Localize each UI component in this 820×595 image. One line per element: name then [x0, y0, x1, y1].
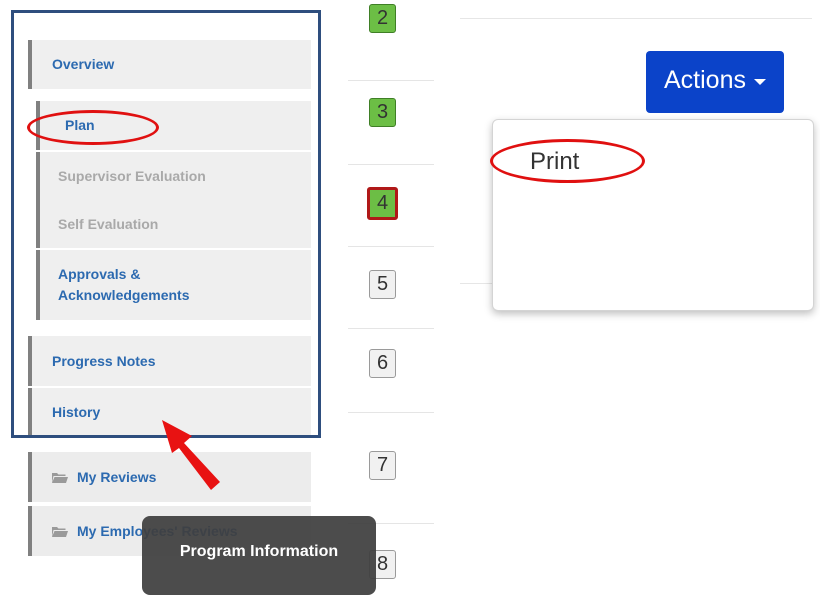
actions-dropdown-menu: Print — [492, 119, 814, 311]
divider — [348, 412, 434, 413]
sidebar-item-plan[interactable]: Plan — [36, 101, 311, 150]
step-number: 7 — [376, 454, 389, 476]
sidebar-item-supervisor-evaluation: Supervisor Evaluation — [36, 152, 311, 200]
sidebar-item-approvals[interactable]: Approvals & Acknowledgements — [36, 250, 311, 320]
step-badge[interactable]: 2 — [369, 4, 396, 33]
step-number: 8 — [376, 553, 389, 575]
step-number: 5 — [376, 273, 389, 295]
step-badge-current[interactable]: 4 — [367, 187, 398, 220]
step-number-column: 2 3 4 5 6 7 8 — [340, 0, 460, 595]
step-badge[interactable]: 6 — [369, 349, 396, 378]
tooltip-text: Program Information — [179, 542, 339, 560]
sidebar-item-label: Overview — [52, 56, 115, 72]
divider — [348, 164, 434, 165]
step-number: 2 — [376, 7, 389, 29]
sidebar-item-label: Supervisor Evaluation — [58, 167, 206, 184]
actions-button-label: Actions — [664, 65, 746, 94]
step-number: 4 — [376, 192, 389, 214]
sidebar-item-label: History — [52, 403, 101, 420]
actions-panel: Actions Print — [460, 0, 820, 595]
divider — [460, 18, 812, 19]
caret-down-icon — [753, 79, 766, 85]
step-badge[interactable]: 7 — [369, 451, 396, 480]
sidebar-item-my-reviews[interactable]: My Reviews — [28, 452, 311, 502]
divider — [460, 283, 492, 284]
divider — [348, 246, 434, 247]
sidebar-nav: Overview Plan Supervisor Evaluation Self… — [0, 0, 340, 595]
sidebar-item-label: My Reviews — [77, 468, 157, 485]
menu-item-print[interactable]: Print — [530, 148, 579, 176]
sidebar-item-label: Progress Notes — [52, 352, 156, 369]
sidebar-item-label: Self Evaluation — [58, 215, 159, 232]
sidebar-item-label: Approvals & Acknowledgements — [58, 266, 190, 303]
tooltip: Program Information — [142, 516, 376, 595]
sidebar-item-overview[interactable]: Overview — [28, 40, 311, 89]
folder-icon — [52, 472, 68, 483]
step-number: 3 — [376, 101, 389, 123]
sidebar-item-history[interactable]: History — [28, 388, 311, 436]
folder-icon — [52, 526, 68, 537]
divider — [348, 328, 434, 329]
sidebar-item-self-evaluation: Self Evaluation — [36, 200, 311, 248]
sidebar-item-progress-notes[interactable]: Progress Notes — [28, 336, 311, 386]
actions-button[interactable]: Actions — [646, 51, 784, 113]
sidebar-item-label: Plan — [65, 117, 95, 133]
divider — [348, 80, 434, 81]
step-badge[interactable]: 5 — [369, 270, 396, 299]
step-badge[interactable]: 3 — [369, 98, 396, 127]
step-number: 6 — [376, 352, 389, 374]
